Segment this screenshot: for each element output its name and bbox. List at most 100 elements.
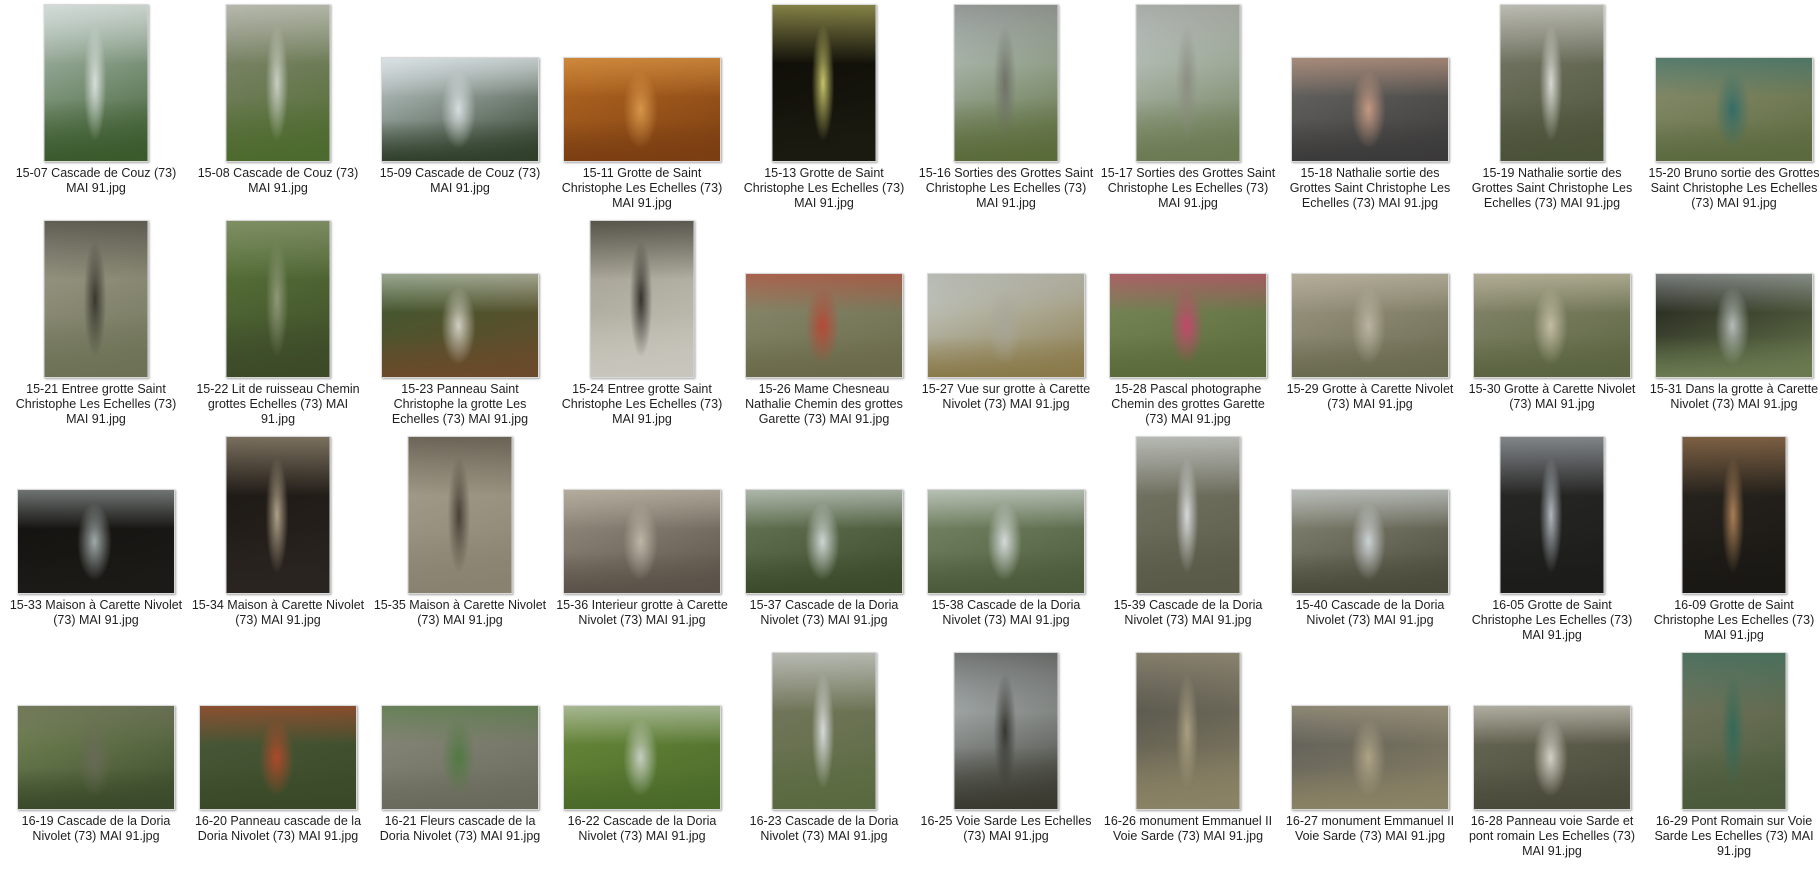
image-thumbnail[interactable] — [953, 652, 1059, 810]
file-item[interactable]: 15-26 Mame Chesneau Nathalie Chemin des … — [734, 216, 914, 432]
image-thumbnail[interactable] — [563, 705, 721, 810]
image-thumbnail[interactable] — [953, 4, 1059, 162]
image-thumbnail[interactable] — [381, 273, 539, 378]
file-item[interactable]: 15-29 Grotte à Carette Nivolet (73) MAI … — [1280, 216, 1460, 432]
file-item[interactable]: 15-40 Cascade de la Doria Nivolet (73) M… — [1280, 432, 1460, 648]
file-item[interactable]: 15-34 Maison à Carette Nivolet (73) MAI … — [188, 432, 368, 648]
file-item[interactable]: 15-11 Grotte de Saint Christophe Les Ech… — [552, 0, 732, 216]
image-thumbnail[interactable] — [745, 273, 903, 378]
file-item[interactable]: 15-30 Grotte à Carette Nivolet (73) MAI … — [1462, 216, 1642, 432]
image-thumbnail[interactable] — [1473, 705, 1631, 810]
image-thumbnail[interactable] — [17, 489, 175, 594]
thumbnail-frame — [370, 216, 550, 378]
file-item[interactable]: 15-17 Sorties des Grottes Saint Christop… — [1098, 0, 1278, 216]
image-thumbnail[interactable] — [1291, 705, 1449, 810]
thumbnail-frame — [1098, 432, 1278, 594]
file-item[interactable]: 15-28 Pascal photographe Chemin des grot… — [1098, 216, 1278, 432]
file-item[interactable]: 15-36 Interieur grotte à Carette Nivolet… — [552, 432, 732, 648]
file-item[interactable]: 15-18 Nathalie sortie des Grottes Saint … — [1280, 0, 1460, 216]
image-thumbnail[interactable] — [563, 489, 721, 594]
file-item[interactable]: 16-09 Grotte de Saint Christophe Les Ech… — [1644, 432, 1820, 648]
image-thumbnail[interactable] — [225, 436, 331, 594]
file-item[interactable]: 15-13 Grotte de Saint Christophe Les Ech… — [734, 0, 914, 216]
file-item[interactable]: 16-28 Panneau voie Sarde et pont romain … — [1462, 648, 1642, 864]
file-item[interactable]: 16-22 Cascade de la Doria Nivolet (73) M… — [552, 648, 732, 864]
file-item[interactable]: 15-31 Dans la grotte à Carette Nivolet (… — [1644, 216, 1820, 432]
image-thumbnail[interactable] — [1499, 4, 1605, 162]
image-thumbnail[interactable] — [199, 705, 357, 810]
image-thumbnail[interactable] — [225, 220, 331, 378]
file-name-label: 15-31 Dans la grotte à Carette Nivolet (… — [1649, 382, 1819, 411]
file-item[interactable]: 15-22 Lit de ruisseau Chemin grottes Ech… — [188, 216, 368, 432]
file-name-label: 15-18 Nathalie sortie des Grottes Saint … — [1289, 166, 1451, 210]
file-name-label: 16-27 monument Emmanuel II Voie Sarde (7… — [1285, 814, 1455, 843]
file-item[interactable]: 16-23 Cascade de la Doria Nivolet (73) M… — [734, 648, 914, 864]
image-thumbnail[interactable] — [1681, 436, 1787, 594]
file-item[interactable]: 15-08 Cascade de Couz (73) MAI 91.jpg — [188, 0, 368, 216]
file-item[interactable]: 16-26 monument Emmanuel II Voie Sarde (7… — [1098, 648, 1278, 864]
file-item[interactable]: 15-24 Entree grotte Saint Christophe Les… — [552, 216, 732, 432]
image-thumbnail[interactable] — [407, 436, 513, 594]
image-thumbnail[interactable] — [1109, 273, 1267, 378]
file-name-label: 15-16 Sorties des Grottes Saint Christop… — [918, 166, 1094, 210]
file-item[interactable]: 16-29 Pont Romain sur Voie Sarde Les Ech… — [1644, 648, 1820, 864]
image-thumbnail[interactable] — [589, 220, 695, 378]
image-thumbnail[interactable] — [1655, 57, 1813, 162]
file-item[interactable]: 15-35 Maison à Carette Nivolet (73) MAI … — [370, 432, 550, 648]
file-item[interactable]: 15-39 Cascade de la Doria Nivolet (73) M… — [1098, 432, 1278, 648]
image-thumbnail[interactable] — [1655, 273, 1813, 378]
file-item[interactable]: 16-05 Grotte de Saint Christophe Les Ech… — [1462, 432, 1642, 648]
file-item[interactable]: 15-38 Cascade de la Doria Nivolet (73) M… — [916, 432, 1096, 648]
file-name-label: 15-40 Cascade de la Doria Nivolet (73) M… — [1295, 598, 1445, 627]
image-thumbnail[interactable] — [1291, 489, 1449, 594]
image-thumbnail[interactable] — [563, 57, 721, 162]
image-thumbnail[interactable] — [1473, 273, 1631, 378]
image-thumbnail[interactable] — [745, 489, 903, 594]
image-thumbnail[interactable] — [1135, 652, 1241, 810]
image-thumbnail[interactable] — [381, 705, 539, 810]
file-item[interactable]: 15-27 Vue sur grotte à Carette Nivolet (… — [916, 216, 1096, 432]
file-item[interactable]: 15-20 Bruno sortie des Grottes Saint Chr… — [1644, 0, 1820, 216]
thumbnail-frame — [6, 0, 186, 162]
thumbnail-frame — [1098, 216, 1278, 378]
image-thumbnail[interactable] — [771, 4, 877, 162]
file-item[interactable]: 15-37 Cascade de la Doria Nivolet (73) M… — [734, 432, 914, 648]
image-thumbnail[interactable] — [927, 489, 1085, 594]
file-item[interactable]: 15-19 Nathalie sortie des Grottes Saint … — [1462, 0, 1642, 216]
file-item[interactable]: 15-21 Entree grotte Saint Christophe Les… — [6, 216, 186, 432]
file-name-label: 15-35 Maison à Carette Nivolet (73) MAI … — [373, 598, 547, 627]
thumbnail-frame — [1644, 216, 1820, 378]
image-thumbnail[interactable] — [1291, 57, 1449, 162]
file-item[interactable]: 16-25 Voie Sarde Les Echelles (73) MAI 9… — [916, 648, 1096, 864]
thumbnail-frame — [1280, 648, 1460, 810]
image-thumbnail[interactable] — [43, 220, 149, 378]
thumbnail-frame — [188, 216, 368, 378]
file-item[interactable]: 16-27 monument Emmanuel II Voie Sarde (7… — [1280, 648, 1460, 864]
file-item[interactable]: 16-19 Cascade de la Doria Nivolet (73) M… — [6, 648, 186, 864]
file-item[interactable]: 15-16 Sorties des Grottes Saint Christop… — [916, 0, 1096, 216]
file-item[interactable]: 16-20 Panneau cascade de la Doria Nivole… — [188, 648, 368, 864]
image-thumbnail[interactable] — [771, 652, 877, 810]
image-thumbnail[interactable] — [927, 273, 1085, 378]
image-thumbnail[interactable] — [1135, 4, 1241, 162]
image-thumbnail[interactable] — [17, 705, 175, 810]
file-name-label: 15-07 Cascade de Couz (73) MAI 91.jpg — [15, 166, 177, 195]
file-item[interactable]: 15-23 Panneau Saint Christophe la grotte… — [370, 216, 550, 432]
file-name-label: 15-08 Cascade de Couz (73) MAI 91.jpg — [197, 166, 359, 195]
image-thumbnail[interactable] — [381, 57, 539, 162]
thumbnail-frame — [188, 0, 368, 162]
file-item[interactable]: 16-21 Fleurs cascade de la Doria Nivolet… — [370, 648, 550, 864]
image-thumbnail[interactable] — [1135, 436, 1241, 594]
image-thumbnail[interactable] — [1291, 273, 1449, 378]
image-thumbnail[interactable] — [1499, 436, 1605, 594]
file-name-label: 16-23 Cascade de la Doria Nivolet (73) M… — [749, 814, 899, 843]
file-item[interactable]: 15-09 Cascade de Couz (73) MAI 91.jpg — [370, 0, 550, 216]
image-thumbnail[interactable] — [225, 4, 331, 162]
thumbnail-frame — [916, 432, 1096, 594]
image-thumbnail[interactable] — [43, 4, 149, 162]
file-item[interactable]: 15-07 Cascade de Couz (73) MAI 91.jpg — [6, 0, 186, 216]
file-item[interactable]: 15-33 Maison à Carette Nivolet (73) MAI … — [6, 432, 186, 648]
image-thumbnail[interactable] — [1681, 652, 1787, 810]
file-name-label: 15-09 Cascade de Couz (73) MAI 91.jpg — [379, 166, 541, 195]
thumbnail-frame — [1462, 432, 1642, 594]
